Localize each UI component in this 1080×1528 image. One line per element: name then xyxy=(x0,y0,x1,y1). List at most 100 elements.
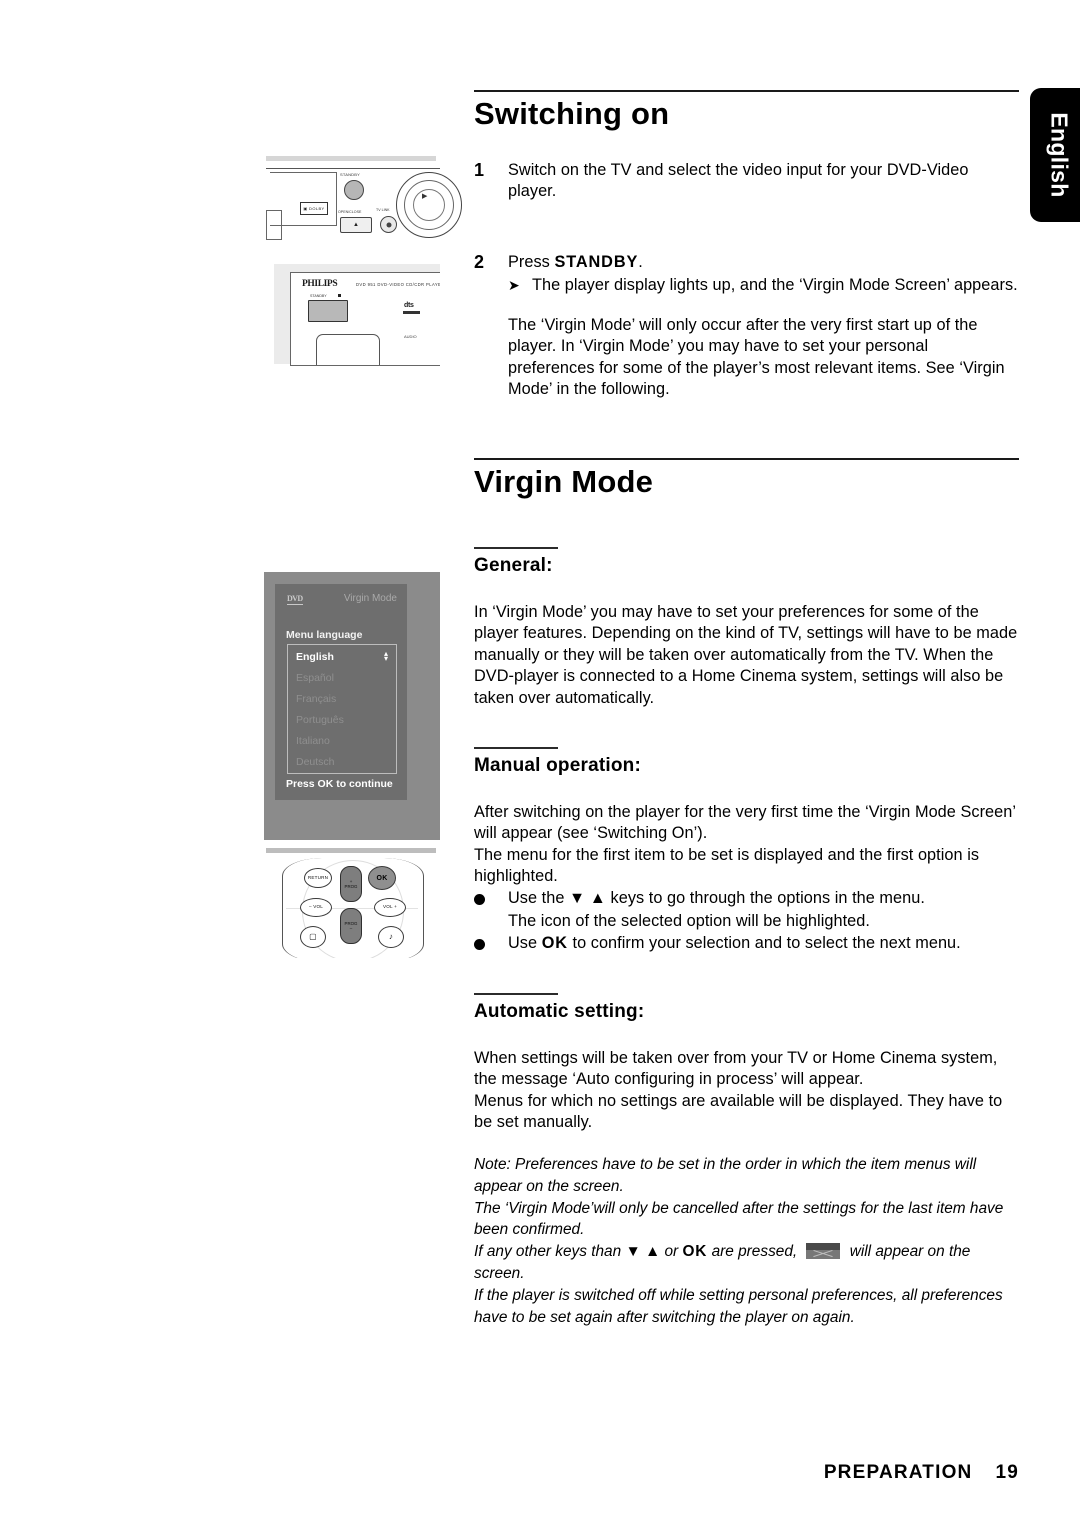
osd-option-item[interactable]: Deutsch xyxy=(296,756,335,768)
volume-up-button-icon[interactable]: VOL + xyxy=(374,898,406,917)
note-switched-off: If the player is switched off while sett… xyxy=(474,1286,1003,1326)
note-mid: or xyxy=(660,1243,683,1261)
figure-dvd-player-front-controls: ▣ DOLBYDIGITAL STANDBY OPEN/CLOSE TV LIN… xyxy=(264,150,462,262)
player-disc-tray-outline xyxy=(316,334,380,365)
note-prefix: If any other keys than xyxy=(474,1243,626,1261)
volume-down-button-icon[interactable]: – VOL xyxy=(300,898,332,917)
sound-button-icon[interactable]: ♪ xyxy=(378,926,404,948)
figure-virgin-mode-screen: DVD Virgin Mode Menu language English ▴ ▾… xyxy=(264,572,440,840)
section-virgin-mode: Virgin Mode General: In ‘Virgin Mode’ yo… xyxy=(474,457,1019,1329)
osd-header: DVD Virgin Mode xyxy=(275,584,407,624)
dvd-logo-icon: DVD xyxy=(287,594,303,605)
bullet-suffix: keys to go through the options in the me… xyxy=(605,888,925,907)
prog-up-label: PROG xyxy=(344,884,358,889)
note-cancel: The ‘Virgin Mode’will only be cancelled … xyxy=(474,1199,1004,1239)
step-1-text: Switch on the TV and select the video in… xyxy=(508,160,969,201)
prog-down-minus: – xyxy=(349,926,353,931)
osd-footer-hint: Press OK to continue xyxy=(286,778,393,790)
section-switching-on: Switching on 1 Switch on the TV and sele… xyxy=(474,90,1019,401)
remote-figure-top-strip xyxy=(266,848,436,853)
note-order: Note: Preferences have to be set in the … xyxy=(474,1155,977,1195)
ok-key-label: OK xyxy=(541,933,568,952)
bullet-suffix: to confirm your selection and to select … xyxy=(567,933,961,952)
return-button-icon[interactable]: RETURN xyxy=(304,868,332,888)
automatic-setting-paragraph: When settings will be taken over from yo… xyxy=(474,1048,1003,1132)
language-tab-label: English xyxy=(1046,112,1073,198)
dts-logo: dts xyxy=(404,302,414,309)
osd-menu-label: Menu language xyxy=(286,629,363,641)
standby-button-label: STANDBY xyxy=(310,294,327,298)
bullet-prefix: Use xyxy=(508,933,542,952)
down-up-keys-icon: ▼ ▲ xyxy=(569,888,606,907)
step-1: 1 Switch on the TV and select the video … xyxy=(474,160,1019,203)
language-tab-english: English xyxy=(1030,88,1080,222)
step-2-number: 2 xyxy=(474,251,485,272)
step-2-result: ➤ The player display lights up, and the … xyxy=(508,275,1019,297)
osd-title: Virgin Mode xyxy=(343,593,397,604)
audio-label: AUDIO xyxy=(404,334,417,339)
osd-option-item[interactable]: Italiano xyxy=(296,735,330,747)
open-close-button-icon xyxy=(340,217,372,233)
step-2-text: Press STANDBY. xyxy=(508,252,1019,274)
subsection-rule xyxy=(474,993,558,995)
prohibited-box-icon xyxy=(806,1243,841,1260)
result-arrow-icon: ➤ xyxy=(508,277,520,294)
page-title: Switching on xyxy=(474,96,670,131)
figure-dvd-player-front-panel: PHILIPS DVD 951 DVD-VIDEO CD/CDR PLAYER … xyxy=(264,258,440,368)
manual-page: English ▣ DOLBYDIGITAL STANDBY OPEN/CLOS… xyxy=(0,0,1080,1528)
play-triangle-icon: ▶ xyxy=(422,193,428,200)
section-rule xyxy=(474,457,1019,460)
standby-knob xyxy=(344,180,364,200)
down-up-keys-icon: ▼ ▲ xyxy=(625,1243,661,1261)
bullet-text: Use OK to confirm your selection and to … xyxy=(508,933,961,955)
standby-indicator-dot xyxy=(338,294,341,297)
jog-dial-inner xyxy=(413,189,445,221)
osd-option-item[interactable]: Português xyxy=(296,714,344,726)
bullet-subtext: The icon of the selected option will be … xyxy=(508,912,870,931)
step-1-number: 1 xyxy=(474,159,485,180)
standby-button-icon xyxy=(308,300,348,322)
step-2-paragraph: The ‘Virgin Mode’ will only occur after … xyxy=(508,315,1005,399)
prog-down-button-icon[interactable]: PROG – xyxy=(340,908,362,944)
note-before-icon: are pressed, xyxy=(707,1243,802,1261)
section-title-virgin-mode: Virgin Mode xyxy=(474,463,654,499)
osd-option-item[interactable]: Español xyxy=(296,672,334,684)
main-content-column: Switching on 1 Switch on the TV and sele… xyxy=(474,0,1019,1328)
bullet-text: Use the ▼ ▲ keys to go through the optio… xyxy=(508,888,925,910)
heading-automatic-setting: Automatic setting: xyxy=(474,1000,645,1022)
general-paragraph: In ‘Virgin Mode’ you may have to set you… xyxy=(474,602,1018,707)
page-footer: PREPARATION 19 xyxy=(0,1462,1019,1484)
note-other-keys: If any other keys than ▼ ▲ or OK are pre… xyxy=(474,1241,1019,1285)
subsection-general: General: In ‘Virgin Mode’ you may have t… xyxy=(474,547,1019,709)
subsection-rule xyxy=(474,547,558,549)
osd-option-item[interactable]: English xyxy=(296,651,334,663)
subsection-manual-operation: Manual operation: After switching on the… xyxy=(474,747,1019,956)
subtitle-button-icon[interactable]: ▢ xyxy=(300,926,326,948)
philips-logo: PHILIPS xyxy=(302,279,338,289)
up-down-arrows-icon: ▴ ▾ xyxy=(383,649,388,663)
bullet-prefix: Use the xyxy=(508,888,570,907)
step-2-suffix: . xyxy=(638,252,643,271)
step-2-prefix: Press xyxy=(508,252,555,271)
step-2-result-text: The player display lights up, and the ‘V… xyxy=(532,276,1018,295)
heading-general: General: xyxy=(474,554,553,576)
subsection-rule xyxy=(474,747,558,749)
osd-screen: DVD Virgin Mode Menu language English ▴ ▾… xyxy=(275,584,407,800)
tv-link-knob xyxy=(380,216,397,233)
manual-operation-paragraph: After switching on the player for the ve… xyxy=(474,802,1016,886)
figure-remote-control: RETURN OK + PROG PROG – – VOL VOL + ▢ ♪ xyxy=(264,846,440,958)
player-model-text: DVD 951 DVD-VIDEO CD/CDR PLAYER xyxy=(356,282,440,287)
footer-page-number: 19 xyxy=(995,1462,1019,1483)
bullet-item: Use the ▼ ▲ keys to go through the optio… xyxy=(474,888,1019,912)
tv-link-label: TV LINK xyxy=(376,208,390,212)
dolby-digital-logo: ▣ DOLBYDIGITAL xyxy=(300,202,328,215)
osd-option-item[interactable]: Français xyxy=(296,693,336,705)
prog-up-button-icon[interactable]: + PROG xyxy=(340,866,362,902)
standby-knob-label: STANDBY xyxy=(340,172,360,177)
player-side-outline xyxy=(266,210,282,240)
open-close-label: OPEN/CLOSE xyxy=(338,210,362,214)
ok-button-icon[interactable]: OK xyxy=(368,866,396,890)
dts-logo-underbar xyxy=(403,311,420,314)
standby-key-label: STANDBY xyxy=(554,252,639,271)
bullet-item: Use OK to confirm your selection and to … xyxy=(474,933,1019,957)
